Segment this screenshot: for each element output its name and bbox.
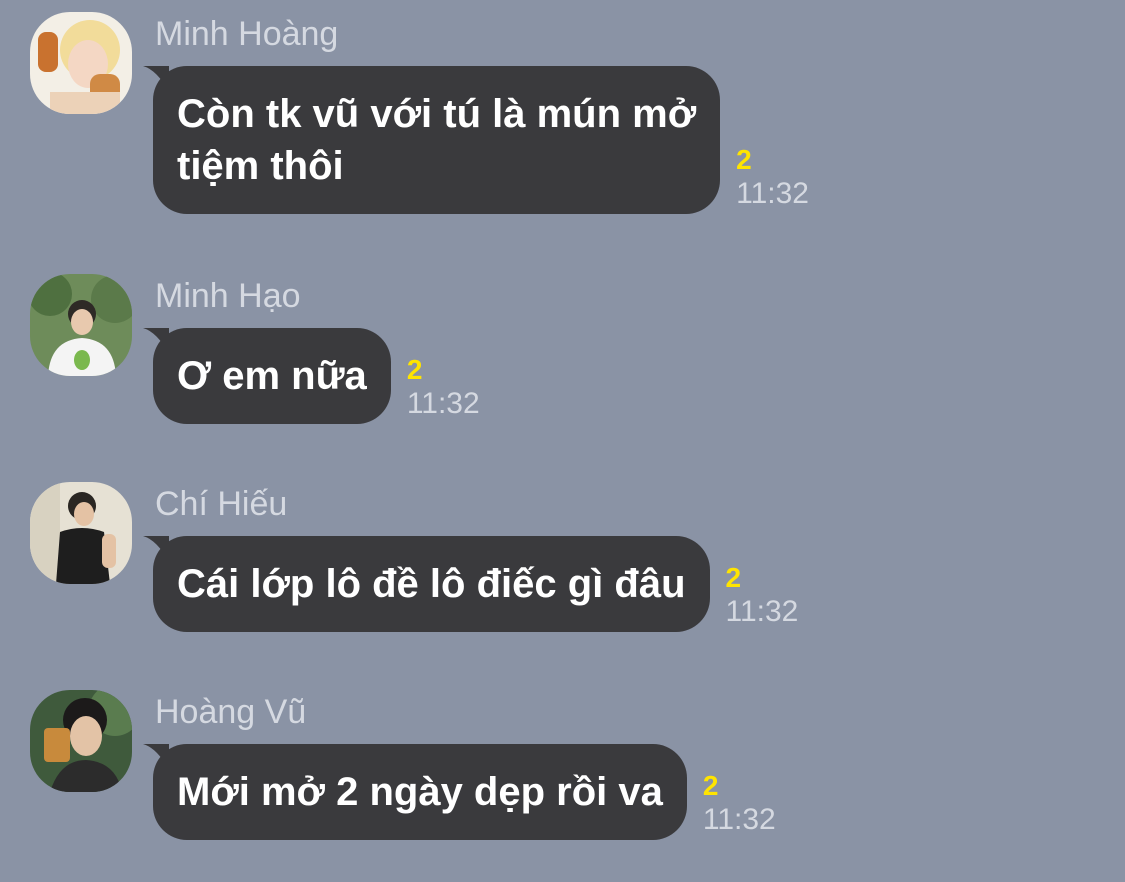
unread-count-badge: 2 — [736, 144, 752, 175]
avatar-hoang-vu[interactable] — [30, 690, 132, 792]
bubble-tail-icon — [143, 744, 169, 770]
message-row: Mới mở 2 ngày dẹp rồi va 2 11:32 — [143, 744, 776, 840]
avatar-image — [30, 690, 132, 792]
message-time: 11:32 — [736, 177, 809, 210]
message-time: 11:32 — [702, 803, 776, 836]
message-text: Ơ em nữa — [177, 354, 367, 398]
message-text: Cái lớp lô đề lô điếc gì đâu — [177, 562, 686, 606]
avatar-chi-hieu[interactable] — [30, 482, 132, 584]
sender-name: Chí Hiếu — [155, 485, 288, 523]
avatar-minh-hoang[interactable] — [30, 12, 132, 114]
message-text: Còn tk vũ với tú là mún mở tiệm thôi — [177, 92, 697, 188]
bubble-tail-icon — [143, 328, 169, 354]
message-bubble[interactable]: Mới mở 2 ngày dẹp rồi va — [143, 744, 687, 840]
message-row: Ơ em nữa 2 11:32 — [143, 328, 480, 424]
message-row: Còn tk vũ với tú là mún mở tiệm thôi 2 1… — [143, 66, 809, 214]
bubble-tail-icon — [143, 66, 169, 92]
avatar-image — [30, 482, 132, 584]
message-bubble[interactable]: Ơ em nữa — [143, 328, 391, 424]
avatar-image — [30, 12, 132, 114]
message-bubble[interactable]: Còn tk vũ với tú là mún mở tiệm thôi — [143, 66, 721, 214]
message-bubble[interactable]: Cái lớp lô đề lô điếc gì đâu — [143, 536, 710, 632]
message-meta: 2 11:32 — [726, 562, 799, 632]
message-text: Mới mở 2 ngày dẹp rồi va — [177, 770, 663, 814]
message-time: 11:32 — [725, 595, 799, 628]
bubble-tail-icon — [143, 536, 169, 562]
message-time: 11:32 — [406, 387, 480, 420]
unread-count-badge: 2 — [406, 354, 423, 385]
sender-name: Minh Hoàng — [155, 15, 339, 53]
unread-count-badge: 2 — [725, 562, 742, 593]
message-meta: 2 11:32 — [703, 770, 776, 840]
sender-name: Hoàng Vũ — [155, 693, 307, 731]
avatar-minh-hao[interactable] — [30, 274, 132, 376]
unread-count-badge: 2 — [702, 770, 719, 801]
message-row: Cái lớp lô đề lô điếc gì đâu 2 11:32 — [143, 536, 799, 632]
sender-name: Minh Hạo — [155, 277, 301, 315]
message-meta: 2 11:32 — [407, 354, 480, 424]
message-meta: 2 11:32 — [736, 144, 809, 214]
chat-message-list[interactable]: Minh Hoàng Còn tk vũ với tú là mún mở ti… — [0, 0, 1125, 882]
avatar-image — [30, 274, 132, 376]
